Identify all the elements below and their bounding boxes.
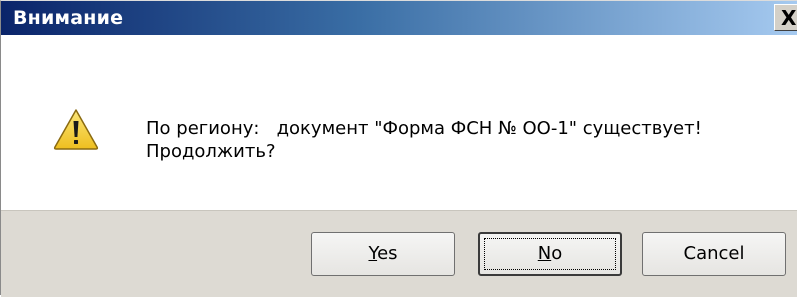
close-button[interactable]: X <box>774 4 797 31</box>
no-button[interactable]: No <box>478 232 622 276</box>
message-line-1: По региону: документ "Форма ФСН № ОО-1" … <box>146 118 702 139</box>
warning-icon <box>53 109 99 150</box>
dialog-content: По региону: документ "Форма ФСН № ОО-1" … <box>1 35 797 210</box>
message-line-2: Продолжить? <box>146 141 276 162</box>
title-bar[interactable]: Внимание X <box>1 1 797 35</box>
yes-button-label: Yes <box>368 243 398 264</box>
focus-ring <box>484 238 616 270</box>
message-dialog: Внимание X По региону: документ "Форма Ф… <box>0 0 797 297</box>
dialog-message: По региону: документ "Форма ФСН № ОО-1" … <box>146 117 702 163</box>
cancel-button[interactable]: Cancel <box>642 232 786 276</box>
close-icon: X <box>781 6 797 30</box>
cancel-button-label: Cancel <box>683 243 745 264</box>
dialog-title: Внимание <box>13 7 124 29</box>
button-bar: Yes No Cancel <box>1 210 797 297</box>
yes-button[interactable]: Yes <box>311 232 455 276</box>
